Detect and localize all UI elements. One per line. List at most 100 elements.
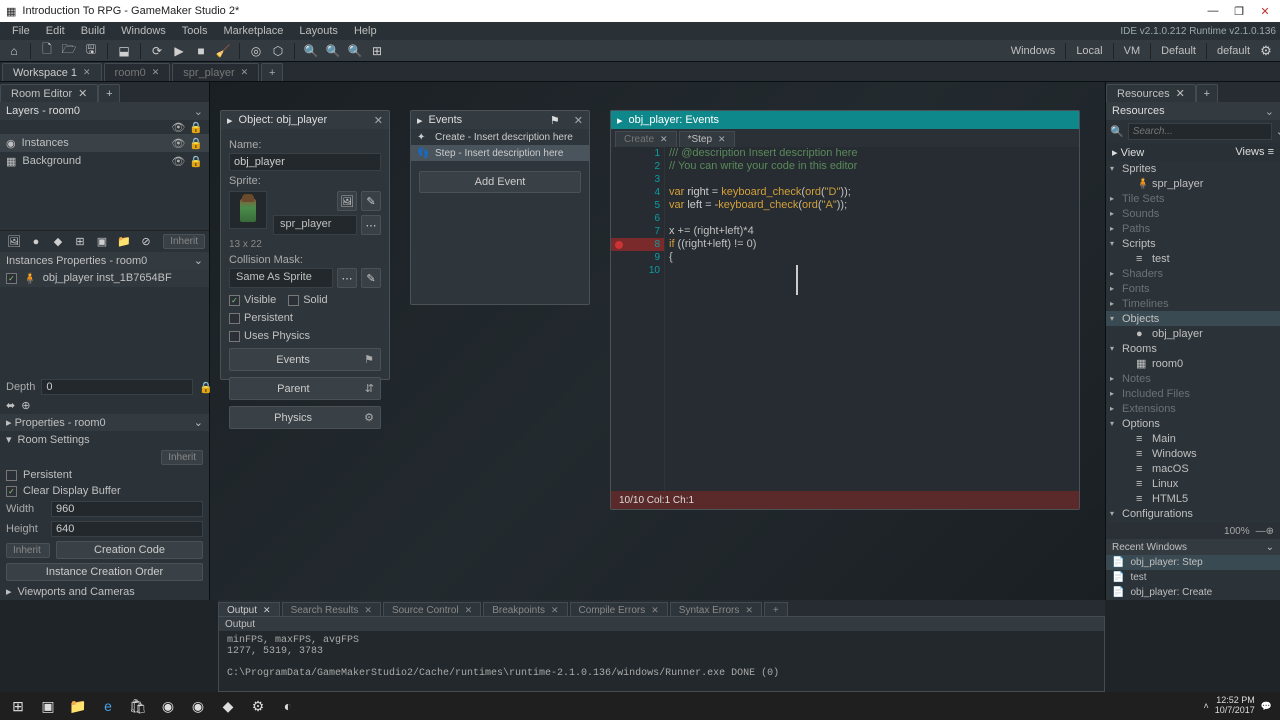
persistent-checkbox[interactable] — [6, 470, 17, 481]
workspace-tab[interactable]: room0✕ — [104, 63, 171, 81]
lock-icon[interactable]: 🔒 — [189, 137, 203, 150]
parent-button[interactable]: Parent⇵ — [229, 377, 381, 400]
instance-order-button[interactable]: Instance Creation Order — [6, 563, 203, 581]
device-icon[interactable]: ⬡ — [268, 42, 288, 60]
tree-folder[interactable]: ▾Sprites — [1106, 161, 1280, 176]
eye-icon[interactable]: 👁 — [171, 121, 185, 134]
workspace-tab[interactable]: spr_player✕ — [172, 63, 259, 81]
viewports-toggle[interactable]: ▸Viewports and Cameras — [0, 583, 209, 600]
code-tab[interactable]: Create✕ — [615, 131, 677, 147]
tree-folder[interactable]: ▸Extensions — [1106, 401, 1280, 416]
recent-item[interactable]: 📄test — [1106, 570, 1280, 585]
debug-icon[interactable]: ⟳ — [147, 42, 167, 60]
tree-folder[interactable]: ▸Notes — [1106, 371, 1280, 386]
folder-icon[interactable]: 📁 — [114, 233, 134, 251]
recent-item[interactable]: 📄obj_player: Step — [1106, 555, 1280, 570]
tree-item[interactable]: ≡HTML5 — [1106, 491, 1280, 506]
layers-header[interactable]: Layers - room0⌄ — [0, 102, 209, 120]
menu-build[interactable]: Build — [73, 25, 113, 37]
recent-windows-header[interactable]: Recent Windows⌄ — [1106, 539, 1280, 555]
store-icon[interactable]: 🛍 — [124, 694, 152, 718]
menu-windows[interactable]: Windows — [113, 25, 174, 37]
close-icon[interactable]: ✕ — [465, 605, 473, 616]
tree-folder[interactable]: ▾Options — [1106, 416, 1280, 431]
workspace-canvas[interactable]: ▸Object: obj_player✕ Name: Sprite: 🖼 ✎ s — [210, 82, 1105, 600]
eye-icon[interactable]: 👁 — [171, 137, 185, 150]
open-icon[interactable]: 🗁 — [59, 42, 79, 60]
edit-mask-icon[interactable]: ✎ — [361, 268, 381, 288]
view-row[interactable]: ▸ ViewViews ≡ — [1106, 143, 1280, 161]
width-input[interactable] — [51, 501, 203, 517]
close-icon[interactable]: ✕ — [718, 134, 726, 145]
events-panel-header[interactable]: ▸Events⚑✕ — [411, 111, 589, 129]
close-icon[interactable]: ✕ — [78, 87, 87, 100]
inherit-button[interactable]: Inherit — [161, 450, 203, 465]
physics-button[interactable]: Physics⚙ — [229, 406, 381, 429]
target-default[interactable]: Default — [1157, 45, 1200, 57]
collision-mask-select[interactable]: Same As Sprite — [229, 268, 333, 288]
lock-icon[interactable]: 🔒 — [189, 121, 203, 134]
menu-layouts[interactable]: Layouts — [291, 25, 346, 37]
tree-item[interactable]: 🧍spr_player — [1106, 176, 1280, 191]
close-icon[interactable]: ✕ — [241, 67, 249, 78]
tree-item[interactable]: ≡Linux — [1106, 476, 1280, 491]
close-icon[interactable]: ✕ — [651, 605, 659, 616]
expand-icon[interactable]: ⊞ — [367, 42, 387, 60]
add-inst-icon[interactable]: ● — [26, 233, 46, 251]
close-icon[interactable]: ✕ — [83, 67, 91, 78]
close-icon[interactable]: ✕ — [263, 605, 271, 616]
tree-folder[interactable]: ▸Included Files — [1106, 386, 1280, 401]
inherit-button[interactable]: Inherit — [163, 234, 205, 249]
app-icon[interactable]: ◐ — [274, 694, 302, 718]
notifications-icon[interactable]: 💬 — [1261, 701, 1272, 712]
new-icon[interactable]: 🗋 — [37, 42, 57, 60]
events-button[interactable]: Events⚑ — [229, 348, 381, 371]
menu-marketplace[interactable]: Marketplace — [215, 25, 291, 37]
object-name-input[interactable] — [229, 153, 381, 171]
save-icon[interactable]: 🖫 — [81, 42, 101, 60]
sprite-menu-icon[interactable]: ⋯ — [361, 215, 381, 235]
close-icon[interactable]: ✕ — [374, 114, 383, 127]
layer-row[interactable]: 👁🔒 — [0, 120, 209, 134]
mirror-icon[interactable]: ⊕ — [21, 399, 30, 412]
package-icon[interactable]: ⬓ — [114, 42, 134, 60]
zoom-out-icon[interactable]: 🔍 — [323, 42, 343, 60]
tree-folder[interactable]: ▸Sounds — [1106, 206, 1280, 221]
menu-tools[interactable]: Tools — [174, 25, 216, 37]
clear-checkbox[interactable]: ✓ — [6, 486, 17, 497]
gear-icon[interactable]: ⚙ — [1256, 42, 1276, 60]
close-icon[interactable]: ✕ — [574, 114, 583, 127]
add-tab[interactable]: + — [261, 63, 283, 81]
target-config[interactable]: default — [1213, 45, 1254, 57]
height-input[interactable] — [51, 521, 203, 537]
add-asset-icon[interactable]: ▣ — [92, 233, 112, 251]
target-vm[interactable]: VM — [1120, 45, 1145, 57]
room-settings-toggle[interactable]: ▾Room Settings — [0, 431, 209, 448]
clean-icon[interactable]: 🧹 — [213, 42, 233, 60]
add-tile-icon[interactable]: ◆ — [48, 233, 68, 251]
edge-icon[interactable]: e — [94, 694, 122, 718]
menu-help[interactable]: Help — [346, 25, 385, 37]
tree-folder[interactable]: ▾Configurations — [1106, 506, 1280, 521]
tree-item[interactable]: ▦room0 — [1106, 356, 1280, 371]
room-editor-tab[interactable]: Room Editor✕ — [0, 84, 98, 102]
close-icon[interactable]: ✕ — [551, 605, 559, 616]
add-tab[interactable]: + — [98, 84, 120, 102]
search-input[interactable] — [1128, 123, 1272, 140]
maximize-button[interactable]: ❐ — [1230, 5, 1248, 18]
target-local[interactable]: Local — [1072, 45, 1106, 57]
tree-folder[interactable]: ▸Shaders — [1106, 266, 1280, 281]
tree-item[interactable]: ●obj_player — [1106, 326, 1280, 341]
layer-instances[interactable]: ◉Instances👁🔒 — [0, 134, 209, 152]
target-icon[interactable]: ◎ — [246, 42, 266, 60]
stop-icon[interactable]: ■ — [191, 42, 211, 60]
instance-item[interactable]: ✓🧍obj_player inst_1B7654BF — [0, 269, 209, 287]
tree-folder[interactable]: ▸Paths — [1106, 221, 1280, 236]
menu-edit[interactable]: Edit — [38, 25, 73, 37]
explorer-icon[interactable]: 📁 — [64, 694, 92, 718]
tree-folder[interactable]: ▾Rooms — [1106, 341, 1280, 356]
workspace-tab[interactable]: Workspace 1✕ — [2, 63, 102, 81]
start-icon[interactable]: ⊞ — [4, 694, 32, 718]
code-tab[interactable]: *Step✕ — [679, 131, 735, 147]
close-icon[interactable]: ✕ — [1176, 87, 1185, 100]
